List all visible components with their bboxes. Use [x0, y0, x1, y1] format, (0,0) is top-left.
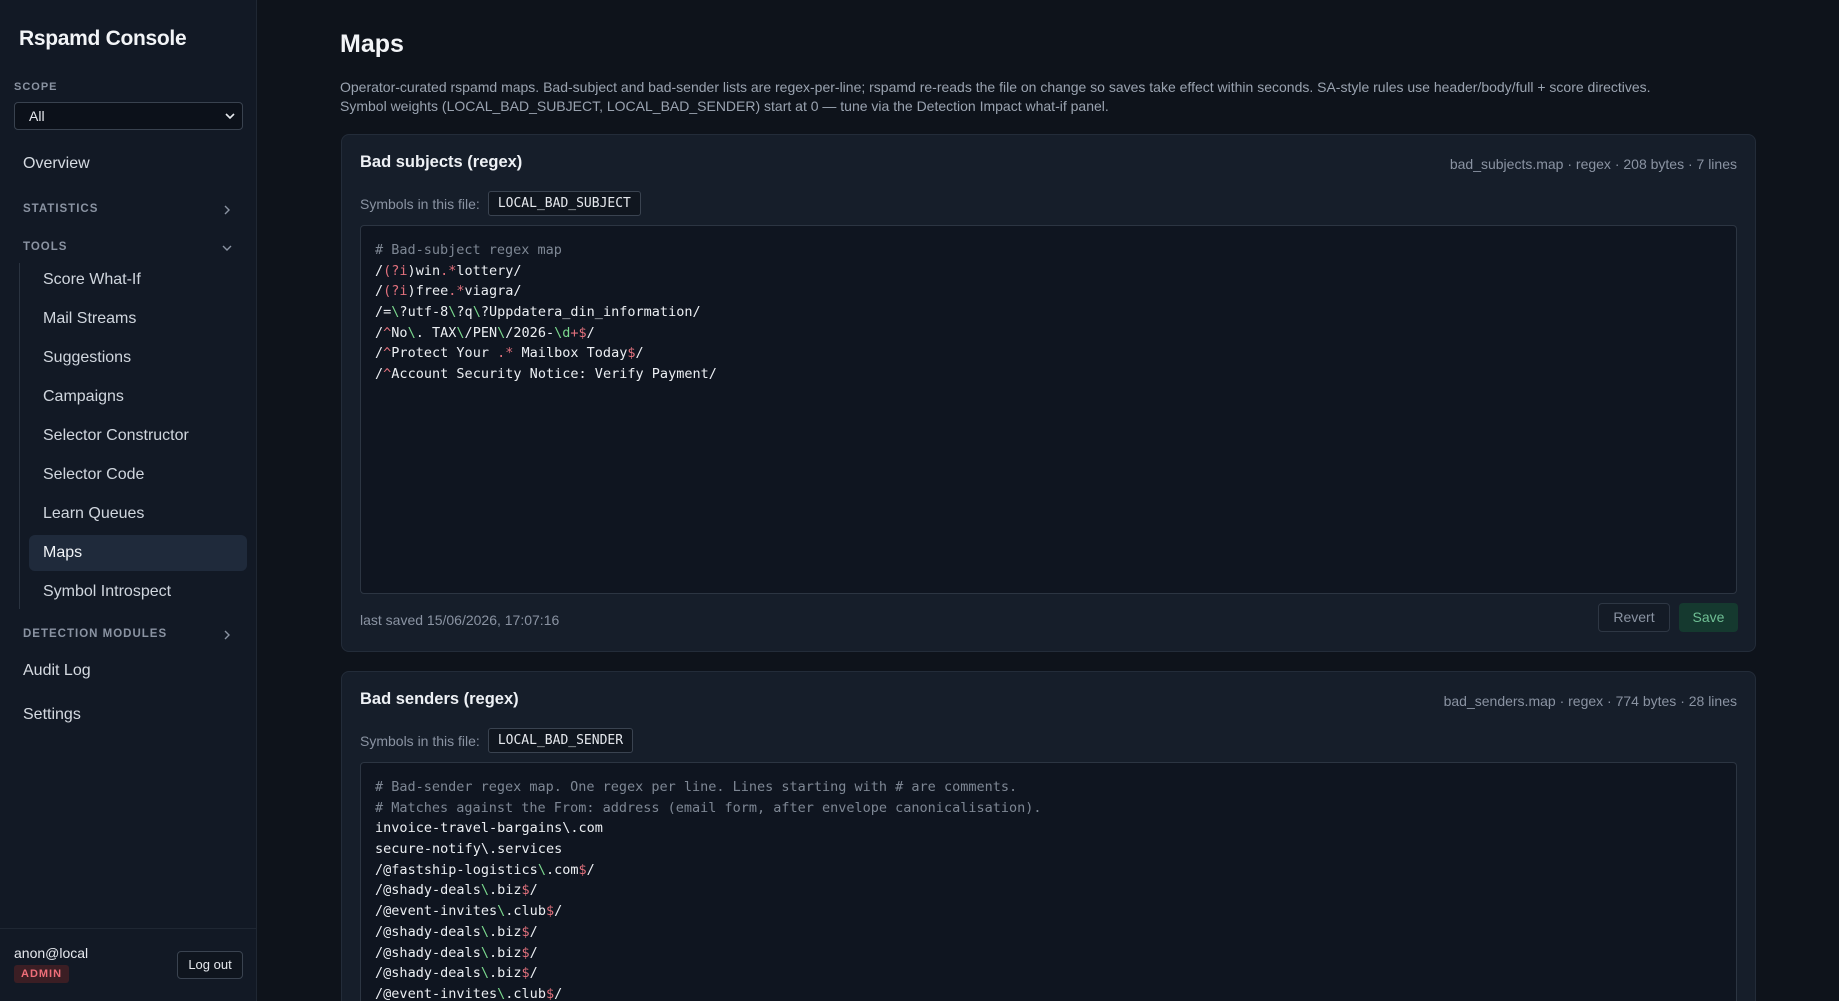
editor-line: /@shady-deals\.biz$/: [375, 965, 538, 982]
sidebar-item-score-what-if[interactable]: Score What-If: [29, 262, 247, 298]
logout-button[interactable]: Log out: [177, 951, 243, 979]
tools-rail: [19, 263, 20, 609]
symbols-row: Symbols in this file: LOCAL_BAD_SUBJECT: [360, 191, 641, 216]
user-name: anon@local: [14, 945, 89, 961]
editor-line: /^Account Security Notice: Verify Paymen…: [375, 366, 717, 383]
editor-line: invoice-travel-bargains\.com: [375, 820, 603, 837]
map-title: Bad senders (regex): [360, 690, 519, 708]
editor-line: /^No\. TAX\/PEN\/2026-\d+$/: [375, 324, 595, 341]
editor-line: # Matches against the From: address (ema…: [375, 799, 1042, 816]
sidebar-item-suggestions[interactable]: Suggestions: [29, 340, 247, 376]
role-badge: ADMIN: [14, 965, 70, 983]
editor-line: /@event-invites\.club$/: [375, 985, 563, 1001]
sidebar-item-maps[interactable]: Maps: [29, 535, 247, 571]
divider: [0, 928, 257, 929]
sidebar-item-selector-code[interactable]: Selector Code: [29, 457, 247, 493]
editor-line: /(?i)win.*lottery/: [375, 262, 522, 279]
editor-line: secure-notify\.services: [375, 841, 563, 858]
chevron-right-icon: [221, 204, 233, 216]
page-description-line: Symbol weights (LOCAL_BAD_SUBJECT, LOCAL…: [340, 98, 1109, 114]
editor-line: /@shady-deals\.biz$/: [375, 944, 538, 961]
page-description-line: Operator-curated rspamd maps. Bad-subjec…: [340, 79, 1651, 95]
chevron-right-icon: [221, 629, 233, 641]
sidebar-item-symbol-introspect[interactable]: Symbol Introspect: [29, 574, 247, 610]
editor-line: /^Protect Your .* Mailbox Today$/: [375, 345, 644, 362]
editor-line: /@shady-deals\.biz$/: [375, 882, 538, 899]
sidebar-item-learn-queues[interactable]: Learn Queues: [29, 496, 247, 532]
sidebar: Rspamd Console SCOPE All Overview STATIS…: [0, 0, 257, 1001]
app-title: Rspamd Console: [19, 27, 187, 50]
chevron-down-icon: [221, 242, 233, 254]
page-title: Maps: [340, 30, 404, 58]
sidebar-item-campaigns[interactable]: Campaigns: [29, 379, 247, 415]
section-detection-label: DETECTION MODULES: [23, 628, 168, 640]
chevron-down-icon: [223, 109, 237, 123]
section-detection-modules[interactable]: DETECTION MODULES: [23, 628, 233, 640]
map-title: Bad subjects (regex): [360, 153, 523, 171]
map-meta: bad_subjects.map · regex · 208 bytes · 7…: [1449, 156, 1737, 172]
symbols-label: Symbols in this file:: [360, 732, 480, 749]
section-tools-label: TOOLS: [23, 241, 68, 253]
revert-button[interactable]: Revert: [1598, 603, 1670, 632]
symbols-row: Symbols in this file: LOCAL_BAD_SENDER: [360, 728, 634, 753]
editor-line: /=\?utf-8\?q\?Uppdatera_din_information/: [375, 304, 701, 321]
sidebar-item-mail-streams[interactable]: Mail Streams: [29, 301, 247, 337]
map-editor[interactable]: # Bad-sender regex map. One regex per li…: [360, 762, 1737, 1001]
editor-line: /(?i)free.*viagra/: [375, 283, 522, 300]
last-saved-text: last saved 15/06/2026, 17:07:16: [360, 612, 560, 628]
page-description: Operator-curated rspamd maps. Bad-subjec…: [340, 78, 1760, 116]
map-card-bad-senders: Bad senders (regex) bad_senders.map · re…: [341, 671, 1756, 1001]
map-editor[interactable]: # Bad-subject regex map /(?i)win.*lotter…: [360, 225, 1737, 594]
editor-line: /@event-invites\.club$/: [375, 903, 563, 920]
scope-select-value: All: [29, 108, 45, 124]
map-card-bad-subjects: Bad subjects (regex) bad_subjects.map · …: [341, 134, 1756, 652]
nav-overview[interactable]: Overview: [23, 155, 90, 173]
symbols-label: Symbols in this file:: [360, 195, 480, 212]
nav-settings[interactable]: Settings: [23, 706, 81, 724]
editor-line: # Bad-sender regex map. One regex per li…: [375, 779, 1018, 795]
sidebar-item-selector-constructor[interactable]: Selector Constructor: [29, 418, 247, 454]
scope-select[interactable]: All: [14, 102, 243, 130]
editor-line: # Bad-subject regex map: [375, 242, 562, 258]
map-meta: bad_senders.map · regex · 774 bytes · 28…: [1443, 693, 1737, 709]
section-statistics-label: STATISTICS: [23, 203, 99, 215]
editor-line: /@fastship-logistics\.com$/: [375, 861, 595, 878]
section-statistics[interactable]: STATISTICS: [23, 203, 233, 215]
symbol-chip[interactable]: LOCAL_BAD_SUBJECT: [487, 191, 641, 216]
symbol-chip[interactable]: LOCAL_BAD_SENDER: [487, 728, 634, 753]
save-button[interactable]: Save: [1679, 603, 1738, 632]
editor-line: /@shady-deals\.biz$/: [375, 923, 538, 940]
section-tools[interactable]: TOOLS: [23, 241, 233, 253]
nav-audit-log[interactable]: Audit Log: [23, 662, 91, 680]
scope-label: SCOPE: [14, 81, 58, 93]
